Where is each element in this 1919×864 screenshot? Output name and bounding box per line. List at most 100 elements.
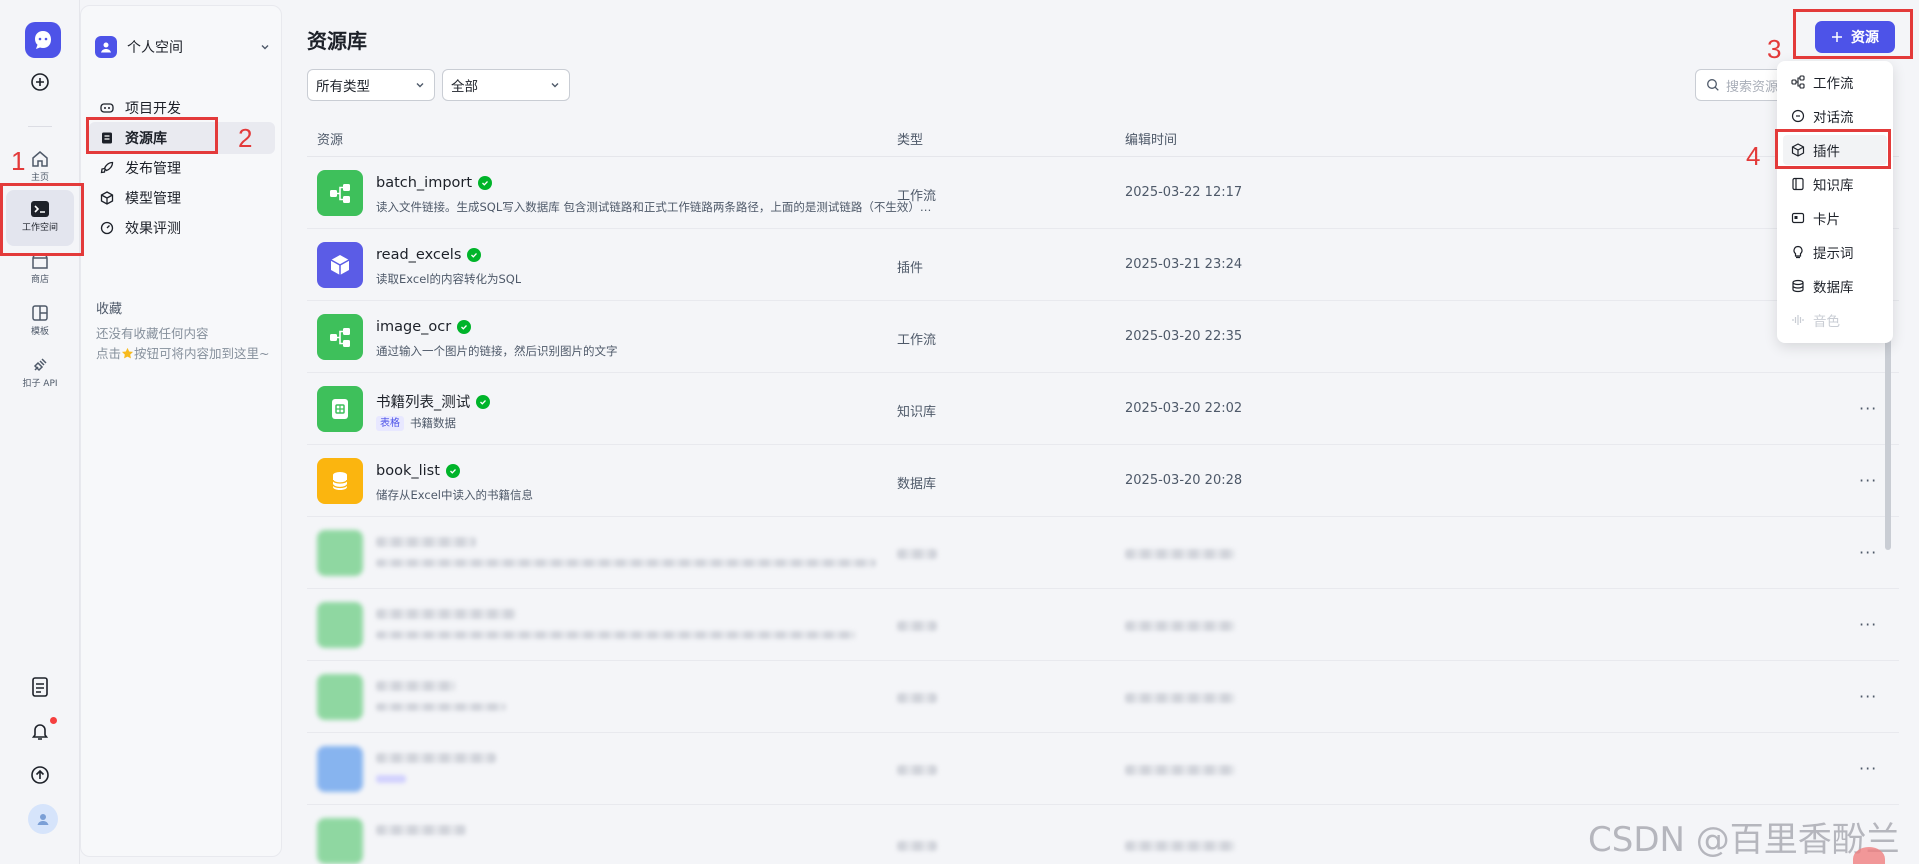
- database-icon: [1791, 279, 1805, 293]
- nav-item-models[interactable]: 模型管理: [89, 182, 275, 214]
- table-row-blurred[interactable]: ···: [307, 733, 1899, 805]
- menu-item-label: 提示词: [1813, 246, 1854, 262]
- resource-description-text: 书籍数据: [410, 416, 456, 430]
- scope-filter-value: 全部: [451, 79, 478, 95]
- redacted-text: [376, 753, 496, 763]
- star-icon: [121, 347, 134, 359]
- favorites-empty: 还没有收藏任何内容 点击 按钮可将内容加到这里~: [96, 324, 271, 364]
- table-row-blurred[interactable]: ···: [307, 517, 1899, 589]
- space-selector[interactable]: 个人空间: [95, 32, 271, 62]
- resource-name-text: batch_import: [376, 175, 473, 191]
- published-check-icon: [478, 176, 493, 190]
- rail-item-label: 扣子 API: [22, 379, 58, 389]
- annotation-number-3: 3: [1767, 34, 1782, 64]
- search-input[interactable]: 搜索资源: [1695, 69, 1785, 101]
- menu-item-workflow[interactable]: 工作流: [1783, 67, 1887, 97]
- menu-item-label: 知识库: [1813, 178, 1854, 194]
- scope-filter-select[interactable]: 全部: [442, 69, 570, 101]
- favorites-title: 收藏: [96, 302, 123, 317]
- resource-type: 工作流: [897, 189, 937, 204]
- resource-type: 知识库: [897, 405, 937, 420]
- workflow-icon: [317, 602, 363, 648]
- resource-name-text: 书籍列表_测试: [376, 395, 471, 411]
- favorites-hint-post: 按钮可将内容加到这里~: [134, 346, 270, 361]
- published-check-icon: [467, 248, 482, 262]
- lightbulb-icon: [1791, 245, 1805, 259]
- redacted-text: [376, 609, 516, 619]
- table-header: 资源 类型 编辑时间: [307, 121, 1899, 157]
- app-logo-icon[interactable]: [25, 22, 61, 58]
- resource-name: batch_import: [376, 175, 493, 191]
- menu-item-chatflow[interactable]: 对话流: [1783, 101, 1887, 131]
- resource-name-text: image_ocr: [376, 319, 452, 335]
- workflow-icon: [1791, 75, 1805, 89]
- user-icon: [37, 814, 49, 825]
- published-check-icon: [476, 394, 491, 409]
- redacted-text: [376, 631, 856, 639]
- more-actions-icon[interactable]: ···: [1859, 543, 1877, 562]
- table-row-blurred[interactable]: ···: [307, 661, 1899, 733]
- table-row[interactable]: read_excels 读取Excel的内容转化为SQL 插件 2025-03-…: [307, 229, 1899, 301]
- table-row[interactable]: book_list 储存从Excel中读入的书籍信息 数据库 2025-03-2…: [307, 445, 1899, 517]
- docs-icon[interactable]: [0, 677, 80, 697]
- plug-icon: [33, 358, 47, 372]
- redacted-text: [897, 765, 937, 775]
- redacted-text: [1125, 693, 1235, 703]
- menu-item-database[interactable]: 数据库: [1783, 271, 1887, 301]
- favorites-empty-text: 还没有收藏任何内容: [96, 326, 209, 341]
- watermark: CSDN @百里香酚兰: [1588, 820, 1900, 860]
- chevron-down-icon: [416, 83, 424, 88]
- rocket-icon: [99, 160, 115, 176]
- nav-item-publish[interactable]: 发布管理: [89, 152, 275, 184]
- gamepad-icon: [99, 100, 115, 116]
- redacted-text: [376, 559, 876, 567]
- annotation-box-2: [86, 117, 218, 154]
- redacted-text: [897, 841, 937, 851]
- rail-item-store[interactable]: 商店: [0, 252, 80, 285]
- create-icon[interactable]: [0, 72, 80, 92]
- more-actions-icon[interactable]: ···: [1859, 687, 1877, 706]
- nav-item-label: 发布管理: [125, 161, 181, 177]
- table-row[interactable]: image_ocr 通过输入一个图片的链接，然后识别图片的文字 工作流 2025…: [307, 301, 1899, 373]
- upload-icon[interactable]: [0, 765, 80, 785]
- table-row[interactable]: batch_import 读入文件链接。生成SQL写入数据库 包含测试链路和正式…: [307, 157, 1899, 229]
- menu-item-knowledge[interactable]: 知识库: [1783, 169, 1887, 199]
- resource-name: read_excels: [376, 247, 482, 263]
- redacted-text: [897, 621, 937, 631]
- table-row[interactable]: 书籍列表_测试 表格 书籍数据 知识库 2025-03-20 22:02 ···: [307, 373, 1899, 445]
- menu-item-card[interactable]: 卡片: [1783, 203, 1887, 233]
- more-actions-icon[interactable]: ···: [1859, 399, 1877, 418]
- rail-item-label: 商店: [30, 275, 49, 285]
- bell-icon[interactable]: [0, 721, 80, 741]
- rail-item-api[interactable]: 扣子 API: [0, 356, 80, 389]
- type-filter-select[interactable]: 所有类型: [307, 69, 435, 101]
- resource-name-text: book_list: [376, 463, 440, 479]
- more-actions-icon[interactable]: ···: [1859, 615, 1877, 634]
- more-actions-icon[interactable]: ···: [1859, 471, 1877, 490]
- search-icon: [1707, 79, 1719, 91]
- redacted-text: [376, 537, 476, 547]
- table-row-blurred[interactable]: ···: [307, 589, 1899, 661]
- book-icon: [1791, 177, 1805, 191]
- home-icon: [32, 151, 48, 167]
- annotation-box-4: [1775, 129, 1891, 169]
- type-filter-value: 所有类型: [316, 79, 370, 95]
- menu-item-label: 卡片: [1813, 212, 1840, 228]
- space-name: 个人空间: [127, 40, 183, 56]
- rail-item-templates[interactable]: 模板: [0, 304, 80, 337]
- annotation-box-3: [1793, 9, 1913, 59]
- resource-name: 书籍列表_测试: [376, 391, 491, 412]
- user-avatar[interactable]: [28, 804, 58, 834]
- workflow-icon: [317, 530, 363, 576]
- menu-item-prompt[interactable]: 提示词: [1783, 237, 1887, 267]
- redacted-text: [897, 549, 937, 559]
- chevron-down-icon: [261, 45, 269, 50]
- published-check-icon: [457, 320, 472, 334]
- resource-description: 通过输入一个图片的链接，然后识别图片的文字: [376, 344, 618, 358]
- rail-divider: [28, 126, 52, 127]
- more-actions-icon[interactable]: ···: [1859, 759, 1877, 778]
- annotation-box-1: [0, 183, 84, 256]
- cube-icon: [99, 190, 115, 206]
- nav-item-evaluation[interactable]: 效果评测: [89, 212, 275, 244]
- chat-icon: [1791, 109, 1805, 123]
